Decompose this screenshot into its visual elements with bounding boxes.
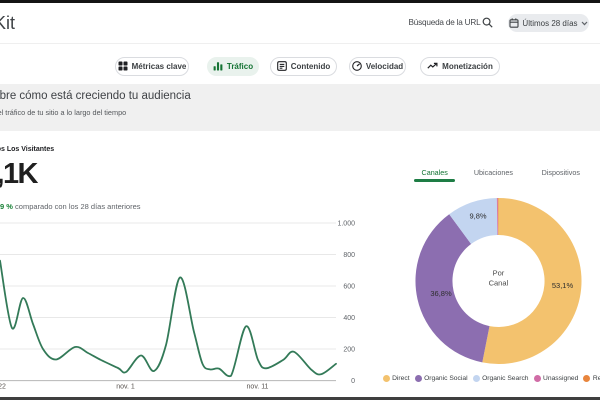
svg-text:22: 22 [0,384,6,391]
svg-text:nov. 11: nov. 11 [247,384,269,391]
svg-text:1.000: 1.000 [337,220,355,227]
svg-text:Canal: Canal [489,279,509,288]
svg-text:36,8%: 36,8% [430,289,452,298]
svg-text:200: 200 [343,346,355,353]
svg-text:400: 400 [343,315,355,322]
svg-text:53,1%: 53,1% [552,281,574,290]
svg-text:600: 600 [343,283,355,290]
svg-text:9,8%: 9,8% [469,212,486,221]
svg-text:0: 0 [351,378,355,385]
svg-text:nov. 1: nov. 1 [116,384,135,391]
svg-text:Por: Por [493,269,505,278]
svg-text:800: 800 [343,252,355,259]
